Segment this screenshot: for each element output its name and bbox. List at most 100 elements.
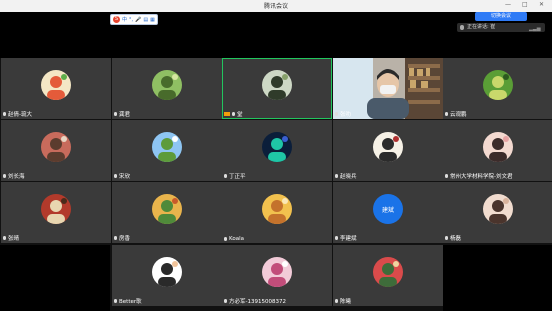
participant-avatar: [41, 70, 71, 100]
window-title: 腾讯会议: [263, 3, 288, 10]
participant-avatar: [483, 194, 513, 224]
participant-avatar: [152, 194, 182, 224]
mic-icon: [114, 174, 117, 178]
participant-tile[interactable]: 赵晓兵: [333, 120, 443, 181]
empty-area-right: [443, 245, 552, 311]
ime-chinese-toggle[interactable]: 中: [122, 16, 127, 23]
participant-tile[interactable]: 陈曦: [333, 245, 443, 306]
participant-avatar: [152, 257, 182, 287]
switch-meeting-button[interactable]: 切换会议: [475, 12, 527, 21]
participant-avatar: [41, 132, 71, 162]
participant-name-label: 宋欣: [114, 172, 130, 180]
participant-name-label: 张叻: [335, 110, 351, 118]
participant-name-label: 李建斌: [335, 234, 357, 242]
participant-avatar: [483, 132, 513, 162]
participant-name-label: 杨磊: [445, 234, 461, 242]
participant-avatar: [152, 132, 182, 162]
participant-avatar: [262, 194, 292, 224]
mic-icon: [114, 299, 117, 303]
participant-name: 宋欣: [119, 174, 131, 180]
participant-name-label: 陈曦: [335, 297, 351, 305]
maximize-icon[interactable]: □: [522, 1, 528, 8]
participant-name: 丁正平: [229, 174, 246, 180]
participant-name-label: Koala: [224, 236, 244, 242]
mic-icon: [224, 174, 227, 178]
mic-icon: [3, 174, 6, 178]
ime-voice-icon[interactable]: 🎤: [135, 17, 141, 23]
screen-share-icon: [224, 112, 230, 116]
participant-name: Better耿: [119, 299, 142, 305]
participant-avatar: [373, 132, 403, 162]
participant-name: 云观鹏: [450, 112, 467, 118]
ime-keyboard-icon[interactable]: ▤: [143, 17, 148, 23]
participant-name: 张叻: [340, 112, 352, 118]
participant-tile[interactable]: Better耿: [112, 245, 222, 306]
mic-icon: [460, 25, 464, 30]
participant-name-label: 张晴: [3, 234, 19, 242]
participant-avatar: [483, 70, 513, 100]
ime-toolbar[interactable]: S 中 °, 🎤 ▤ ▦: [110, 14, 158, 25]
participant-name-label: Better耿: [114, 297, 142, 305]
mic-icon: [114, 112, 117, 116]
participant-name: 刘长海: [8, 174, 25, 180]
ime-punctuation-icon[interactable]: °,: [129, 17, 133, 23]
ime-menu-icon[interactable]: ▦: [150, 17, 155, 23]
close-icon[interactable]: ✕: [539, 1, 544, 8]
mic-icon: [224, 299, 227, 303]
participant-name-label: 方必军-13915008372: [224, 297, 286, 305]
participant-tile[interactable]: 建斌 李建斌: [333, 182, 443, 243]
participant-name: 赵倩-琉大: [8, 112, 32, 118]
speaking-label: 正在讲话: 崔: [467, 24, 496, 30]
participant-tile[interactable]: 云观鹏: [443, 58, 552, 119]
participant-tile[interactable]: 龚君: [112, 58, 222, 119]
mic-icon: [335, 236, 338, 240]
signal-icon: ▂▃▅: [529, 26, 541, 32]
participant-tile[interactable]: 宋欣: [112, 120, 222, 181]
participant-tile[interactable]: 丁正平: [222, 120, 332, 181]
mic-icon: [445, 112, 448, 116]
participant-name-label: 赵晓兵: [335, 172, 357, 180]
header-controls: 切换会议 正在讲话: 崔 ▂▃▅: [455, 12, 552, 34]
speaking-indicator: 正在讲话: 崔 ▂▃▅: [457, 23, 545, 32]
participant-name: 李建斌: [340, 236, 357, 242]
mic-icon: [445, 174, 448, 178]
participant-tile[interactable]: 杨磊: [443, 182, 552, 243]
mic-icon: [445, 236, 448, 240]
sogou-logo-icon: S: [113, 16, 120, 23]
participant-name-label: 云观鹏: [445, 110, 467, 118]
participant-name: 房香: [119, 236, 131, 242]
participant-tile[interactable]: 张晴: [1, 182, 111, 243]
participant-tile[interactable]: 常州大学材料学院-刘文君: [443, 120, 552, 181]
participant-name: 龚君: [119, 112, 131, 118]
mic-icon: [114, 236, 117, 240]
empty-area-left: [0, 245, 110, 311]
mic-icon: [232, 112, 235, 116]
minimize-icon[interactable]: —: [505, 1, 511, 8]
participant-tile[interactable]: 方必军-13915008372: [222, 245, 332, 306]
participant-name-label: 堂: [224, 110, 243, 118]
participant-tile[interactable]: 赵倩-琉大: [1, 58, 111, 119]
mic-icon: [335, 299, 338, 303]
participant-avatar: [152, 70, 182, 100]
participant-name: Koala: [229, 236, 244, 242]
mic-icon: [3, 236, 6, 240]
participant-name: 陈曦: [340, 299, 352, 305]
mic-icon: [224, 237, 227, 241]
participant-name: 方必军-13915008372: [229, 299, 286, 305]
participant-name: 堂: [237, 112, 243, 118]
mic-icon: [335, 112, 338, 116]
participant-tile[interactable]: 房香: [112, 182, 222, 243]
participant-tile[interactable]: 张叻: [333, 58, 443, 119]
participant-tile[interactable]: 刘长海: [1, 120, 111, 181]
participant-avatar: [373, 257, 403, 287]
participant-avatar: [262, 70, 292, 100]
participant-avatar: [41, 194, 71, 224]
participant-name: 张晴: [8, 236, 20, 242]
participant-name-label: 常州大学材料学院-刘文君: [445, 172, 513, 180]
participant-tile[interactable]: 堂: [222, 58, 332, 119]
participant-name-label: 龚君: [114, 110, 130, 118]
mic-icon: [3, 112, 6, 116]
participant-tile[interactable]: Koala: [222, 182, 332, 243]
participant-name: 赵晓兵: [340, 174, 357, 180]
participant-avatar: [262, 132, 292, 162]
